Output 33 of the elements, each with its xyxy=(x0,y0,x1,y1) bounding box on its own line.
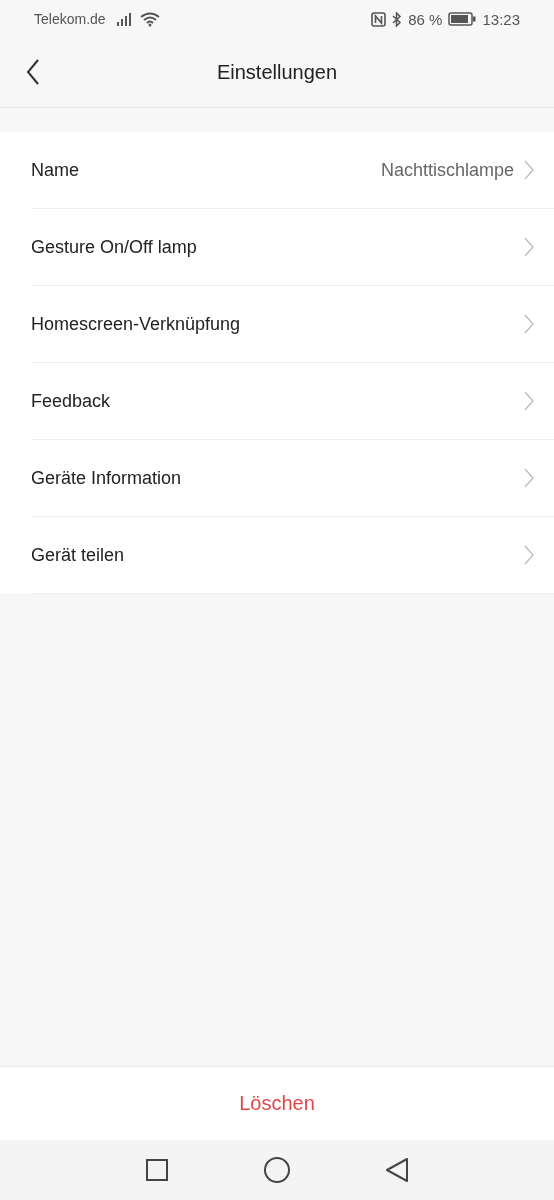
settings-row[interactable]: Feedback xyxy=(31,363,554,440)
row-label: Gerät teilen xyxy=(31,544,126,566)
home-icon[interactable] xyxy=(263,1156,291,1184)
nfc-icon xyxy=(371,11,387,27)
chevron-icon xyxy=(524,160,534,180)
chevron-icon xyxy=(524,391,534,411)
delete-button[interactable]: Löschen xyxy=(0,1066,554,1140)
settings-row[interactable]: Name Nachttischlampe xyxy=(31,132,554,209)
battery-icon xyxy=(448,12,477,26)
chevron-icon xyxy=(524,237,534,257)
row-label: Geräte Information xyxy=(31,467,183,489)
back-icon[interactable] xyxy=(26,59,40,85)
signal-icon xyxy=(115,12,134,26)
chevron-icon xyxy=(524,314,534,334)
settings-row[interactable]: Gesture On/Off lamp xyxy=(31,209,554,286)
carrier-name: Telekom.de xyxy=(34,11,106,27)
row-label: Name xyxy=(31,159,80,181)
battery-percent: 86 % xyxy=(408,10,443,28)
settings-row[interactable]: Homescreen-Verknüpfung xyxy=(31,286,554,363)
chevron-icon xyxy=(524,468,534,488)
row-label: Feedback xyxy=(31,390,112,412)
back-triangle-icon[interactable] xyxy=(385,1157,409,1183)
wifi-icon xyxy=(139,11,160,27)
row-label: Homescreen-Verknüpfung xyxy=(31,313,242,335)
recents-icon[interactable] xyxy=(145,1158,169,1182)
settings-row[interactable]: Geräte Information xyxy=(31,440,554,517)
row-label: Gesture On/Off lamp xyxy=(31,236,198,258)
settings-row[interactable]: Gerät teilen xyxy=(31,517,554,594)
chevron-icon xyxy=(524,545,534,565)
row-value: Nachttischlampe xyxy=(380,159,514,181)
clock-time: 13:23 xyxy=(482,10,520,28)
bluetooth-icon xyxy=(392,11,403,27)
page-title: Einstellungen xyxy=(216,61,338,84)
